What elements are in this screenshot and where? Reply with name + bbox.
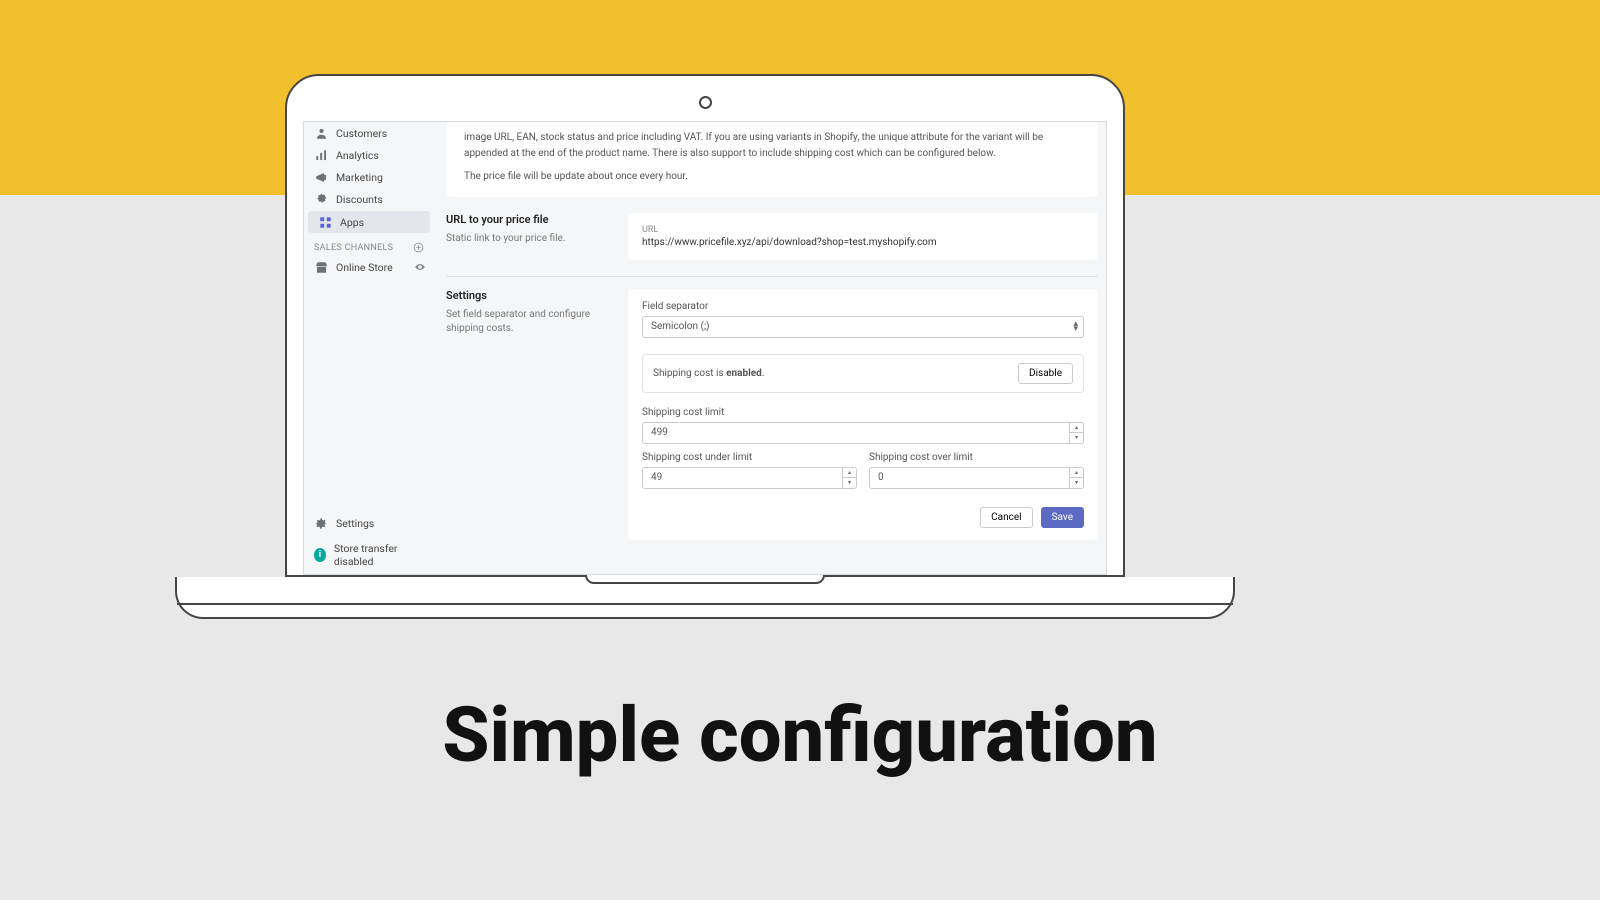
description-2: The price file will be update about once…: [464, 169, 1080, 185]
sidebar-item-marketing[interactable]: Marketing: [304, 166, 434, 188]
settings-sub: Set field separator and configure shippi…: [446, 308, 616, 336]
under-value: 49: [651, 472, 662, 483]
laptop-frame: Customers Analytics Marketing Discounts …: [285, 74, 1125, 619]
shipping-status-text: Shipping cost is enabled.: [653, 368, 764, 379]
apps-icon: [318, 215, 332, 229]
under-input[interactable]: 49 ▴▾: [642, 467, 857, 489]
disable-button[interactable]: Disable: [1018, 363, 1073, 384]
laptop-base: [175, 577, 1235, 619]
eye-icon[interactable]: [414, 261, 426, 273]
plus-icon[interactable]: [413, 242, 424, 253]
store-transfer-status: i Store transfer disabled: [304, 536, 434, 574]
field-sep-value: Semicolon (;): [651, 321, 710, 332]
limit-value: 499: [651, 427, 668, 438]
sidebar-item-analytics[interactable]: Analytics: [304, 144, 434, 166]
ship-c: .: [762, 368, 765, 379]
discount-icon: [314, 192, 328, 206]
stepper-icon[interactable]: ▴▾: [1069, 423, 1083, 443]
app-screen: Customers Analytics Marketing Discounts …: [303, 121, 1107, 575]
over-input[interactable]: 0 ▴▾: [869, 467, 1084, 489]
camera-icon: [699, 96, 712, 109]
transfer-label: Store transfer disabled: [334, 542, 424, 568]
divider: [446, 276, 1098, 277]
settings-section: Settings Set field separator and configu…: [446, 289, 1098, 540]
limit-input[interactable]: 499 ▴▾: [642, 422, 1084, 444]
cancel-button[interactable]: Cancel: [980, 507, 1032, 528]
bars-icon: [314, 148, 328, 162]
main-content: image URL, EAN, stock status and price i…: [434, 122, 1106, 574]
stepper-icon[interactable]: ▴▾: [842, 468, 856, 488]
store-icon: [314, 260, 328, 274]
url-value: https://www.pricefile.xyz/api/download?s…: [642, 237, 1084, 248]
over-label: Shipping cost over limit: [869, 452, 1084, 463]
field-sep-select[interactable]: Semicolon (;) ▴▾: [642, 316, 1084, 338]
nav-label: Customers: [336, 127, 387, 140]
sidebar-item-discounts[interactable]: Discounts: [304, 188, 434, 210]
nav-label: Analytics: [336, 149, 379, 162]
url-title: URL to your price file: [446, 213, 616, 226]
field-sep-label: Field separator: [642, 301, 1084, 312]
sidebar-item-online-store[interactable]: Online Store: [304, 256, 434, 278]
select-arrows-icon: ▴▾: [1073, 322, 1078, 332]
url-section: URL to your price file Static link to yo…: [446, 213, 1098, 260]
sidebar-item-apps[interactable]: Apps: [308, 211, 430, 233]
caption: Simple configuration: [0, 690, 1600, 780]
description-card: image URL, EAN, stock status and price i…: [446, 122, 1098, 197]
gear-icon: [314, 516, 328, 530]
save-button[interactable]: Save: [1041, 507, 1084, 528]
ship-a: Shipping cost is: [653, 368, 726, 379]
url-sub: Static link to your price file.: [446, 232, 616, 246]
megaphone-icon: [314, 170, 328, 184]
settings-title: Settings: [446, 289, 616, 302]
info-icon: i: [314, 548, 326, 562]
limit-label: Shipping cost limit: [642, 407, 1084, 418]
sidebar-item-customers[interactable]: Customers: [304, 122, 434, 144]
ship-b: enabled: [726, 368, 762, 379]
sidebar-item-settings[interactable]: Settings: [304, 510, 434, 536]
person-icon: [314, 126, 328, 140]
nav-label: Marketing: [336, 171, 383, 184]
settings-label: Settings: [336, 517, 374, 530]
channels-header: SALES CHANNELS: [304, 234, 434, 256]
channels-header-label: SALES CHANNELS: [314, 243, 393, 253]
nav-label: Apps: [340, 216, 364, 229]
nav-label: Discounts: [336, 193, 383, 206]
stepper-icon[interactable]: ▴▾: [1069, 468, 1083, 488]
sidebar: Customers Analytics Marketing Discounts …: [304, 122, 434, 574]
under-label: Shipping cost under limit: [642, 452, 857, 463]
shipping-status-bar: Shipping cost is enabled. Disable: [642, 354, 1084, 393]
nav-label: Online Store: [336, 261, 406, 274]
description-1: image URL, EAN, stock status and price i…: [464, 130, 1080, 161]
over-value: 0: [878, 472, 884, 483]
url-label: URL: [642, 225, 1084, 235]
trackpad-notch: [585, 575, 825, 584]
